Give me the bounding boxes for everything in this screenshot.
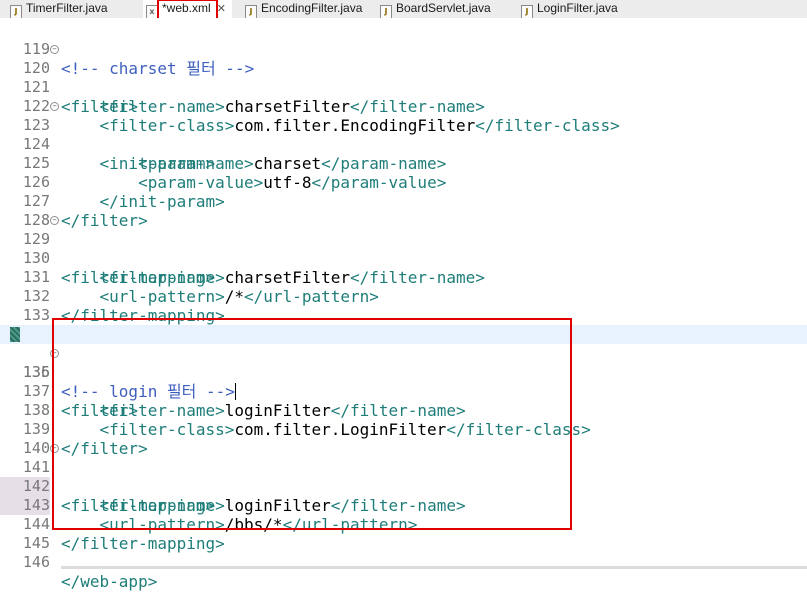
code-line: 133 (22, 306, 50, 324)
xml-code-editor[interactable]: 119 <!-- charset 필터 --> 120 − <filter> 1… (0, 18, 807, 591)
code-line: 120 − <filter> (22, 45, 139, 116)
code-line: 128 (22, 211, 50, 229)
code-line: 123 − <init-param> (22, 102, 216, 173)
java-file-icon: J (245, 5, 257, 19)
tab-boardservlet[interactable]: J BoardServlet.java (380, 0, 491, 19)
tab-highlight-box (157, 0, 218, 20)
java-file-icon: J (10, 5, 22, 19)
code-line: 126 </init-param> (22, 173, 225, 211)
java-file-icon: J (380, 5, 392, 19)
editor-tab-bar: J TimerFilter.java x *web.xml ✕ J EncodingFi… (0, 0, 807, 20)
code-line: 127 </filter> (22, 192, 148, 230)
code-line: 132 </filter-mapping> (22, 287, 225, 325)
code-line: 121 <filter-name>charsetFilter</filter-n… (22, 78, 485, 116)
code-line: 129 − <filter-mapping> (22, 216, 216, 287)
code-line: 122 <filter-class>com.filter.EncodingFil… (22, 97, 620, 135)
code-line: 131 <url-pattern>/*</url-pattern> (22, 268, 379, 306)
fold-toggle-icon[interactable]: − (50, 102, 59, 111)
code-line: 124 <param-name>charset</param-name> (22, 135, 447, 173)
login-filter-highlight-box (52, 318, 572, 530)
code-line: 146 </web-app> (22, 553, 158, 591)
fold-toggle-icon[interactable]: − (50, 45, 59, 54)
fold-toggle-icon[interactable]: − (50, 216, 59, 225)
change-marker-icon (10, 327, 20, 342)
code-line: 130 <filter-name>charsetFilter</filter-n… (22, 249, 485, 287)
tab-encodingfilter[interactable]: J EncodingFilter.java (245, 0, 362, 19)
java-file-icon: J (521, 5, 533, 19)
code-line: 125 <param-value>utf-8</param-value> (22, 154, 447, 192)
close-icon[interactable]: ✕ (217, 3, 226, 15)
code-line: 119 <!-- charset 필터 --> (22, 40, 255, 78)
tab-timerfilter[interactable]: J TimerFilter.java (10, 0, 108, 19)
tab-loginfilter[interactable]: J LoginFilter.java (521, 0, 618, 19)
